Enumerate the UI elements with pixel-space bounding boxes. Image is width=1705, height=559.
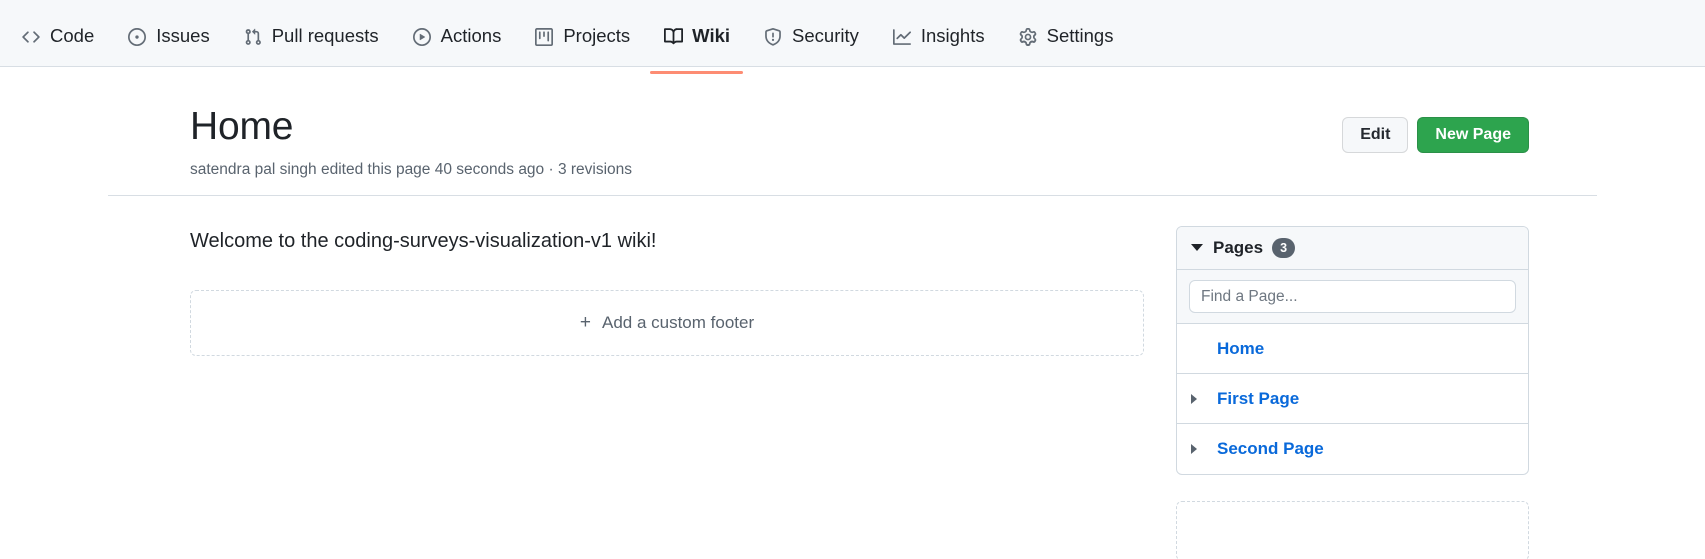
project-icon bbox=[534, 27, 554, 47]
git-pull-request-icon bbox=[243, 27, 263, 47]
nav-item-settings[interactable]: Settings bbox=[1005, 18, 1127, 55]
page-meta: satendra pal singh edited this page 40 s… bbox=[190, 160, 633, 178]
nav-item-code[interactable]: Code bbox=[8, 18, 107, 55]
nav-item-label: Insights bbox=[920, 25, 985, 47]
wiki-header-left: Home satendra pal singh edited this page… bbox=[108, 105, 632, 181]
pages-panel-header[interactable]: Pages 3 bbox=[1177, 226, 1528, 271]
add-custom-sidebar-placeholder[interactable] bbox=[1176, 501, 1529, 559]
nav-item-pull-requests[interactable]: Pull requests bbox=[230, 18, 392, 55]
nav-item-label: Wiki bbox=[692, 25, 731, 47]
nav-item-label: Issues bbox=[156, 25, 210, 47]
nav-item-security[interactable]: Security bbox=[750, 18, 872, 55]
nav-item-label: Settings bbox=[1046, 25, 1114, 47]
add-custom-footer-button[interactable]: + Add a custom footer bbox=[190, 289, 1144, 356]
wiki-page: Home satendra pal singh edited this page… bbox=[0, 67, 1705, 559]
list-item[interactable]: Home bbox=[1177, 324, 1528, 375]
wiki-content-column: Welcome to the coding-surveys-visualizat… bbox=[190, 226, 1144, 356]
repo-navigation: Code Issues Pull requests Actions Projec… bbox=[0, 0, 1705, 74]
chevron-down-icon[interactable] bbox=[1191, 244, 1203, 252]
page-title: Home bbox=[190, 105, 294, 148]
graph-icon bbox=[892, 27, 912, 47]
page-link-first-page[interactable]: First Page bbox=[1205, 389, 1299, 409]
list-item[interactable]: Second Page bbox=[1177, 424, 1528, 474]
wiki-welcome-text: Welcome to the coding-surveys-visualizat… bbox=[190, 229, 657, 252]
list-item[interactable]: First Page bbox=[1177, 374, 1528, 425]
nav-item-label: Security bbox=[792, 25, 859, 47]
add-custom-footer-label: Add a custom footer bbox=[601, 312, 755, 332]
nav-item-label: Actions bbox=[440, 25, 502, 47]
nav-item-wiki[interactable]: Wiki bbox=[650, 18, 743, 74]
nav-item-issues[interactable]: Issues bbox=[114, 18, 222, 55]
page-wrapper: Home satendra pal singh edited this page… bbox=[108, 67, 1597, 559]
play-icon bbox=[412, 27, 432, 47]
nav-item-insights[interactable]: Insights bbox=[879, 18, 998, 55]
wiki-sidebar-column: Pages 3 Home First Page bbox=[1176, 225, 1529, 559]
new-page-button[interactable]: New Page bbox=[1417, 117, 1529, 153]
nav-item-projects[interactable]: Projects bbox=[521, 18, 643, 55]
gear-icon bbox=[1018, 27, 1038, 47]
code-icon bbox=[21, 27, 41, 47]
wiki-body: Welcome to the coding-surveys-visualizat… bbox=[108, 196, 1597, 559]
chevron-right-icon[interactable] bbox=[1191, 444, 1197, 455]
chevron-right-icon[interactable] bbox=[1191, 393, 1197, 404]
book-icon bbox=[663, 27, 683, 47]
page-link-home[interactable]: Home bbox=[1205, 339, 1264, 359]
nav-item-label: Code bbox=[50, 25, 95, 47]
pages-search-container bbox=[1177, 270, 1528, 325]
nav-item-actions[interactable]: Actions bbox=[399, 18, 515, 55]
edit-button[interactable]: Edit bbox=[1342, 117, 1409, 153]
issue-opened-icon bbox=[127, 27, 147, 47]
pages-panel-title: Pages bbox=[1213, 237, 1264, 257]
nav-item-label: Pull requests bbox=[271, 25, 379, 47]
plus-icon: + bbox=[579, 312, 591, 334]
pages-count-badge: 3 bbox=[1272, 237, 1296, 259]
shield-icon bbox=[763, 27, 783, 47]
pages-panel: Pages 3 Home First Page bbox=[1176, 225, 1529, 476]
page-link-second-page[interactable]: Second Page bbox=[1205, 439, 1324, 459]
nav-item-label: Projects bbox=[563, 25, 631, 47]
wiki-header-actions: Edit New Page bbox=[1342, 105, 1597, 153]
wiki-header: Home satendra pal singh edited this page… bbox=[108, 67, 1597, 196]
find-a-page-input[interactable] bbox=[1189, 280, 1516, 314]
